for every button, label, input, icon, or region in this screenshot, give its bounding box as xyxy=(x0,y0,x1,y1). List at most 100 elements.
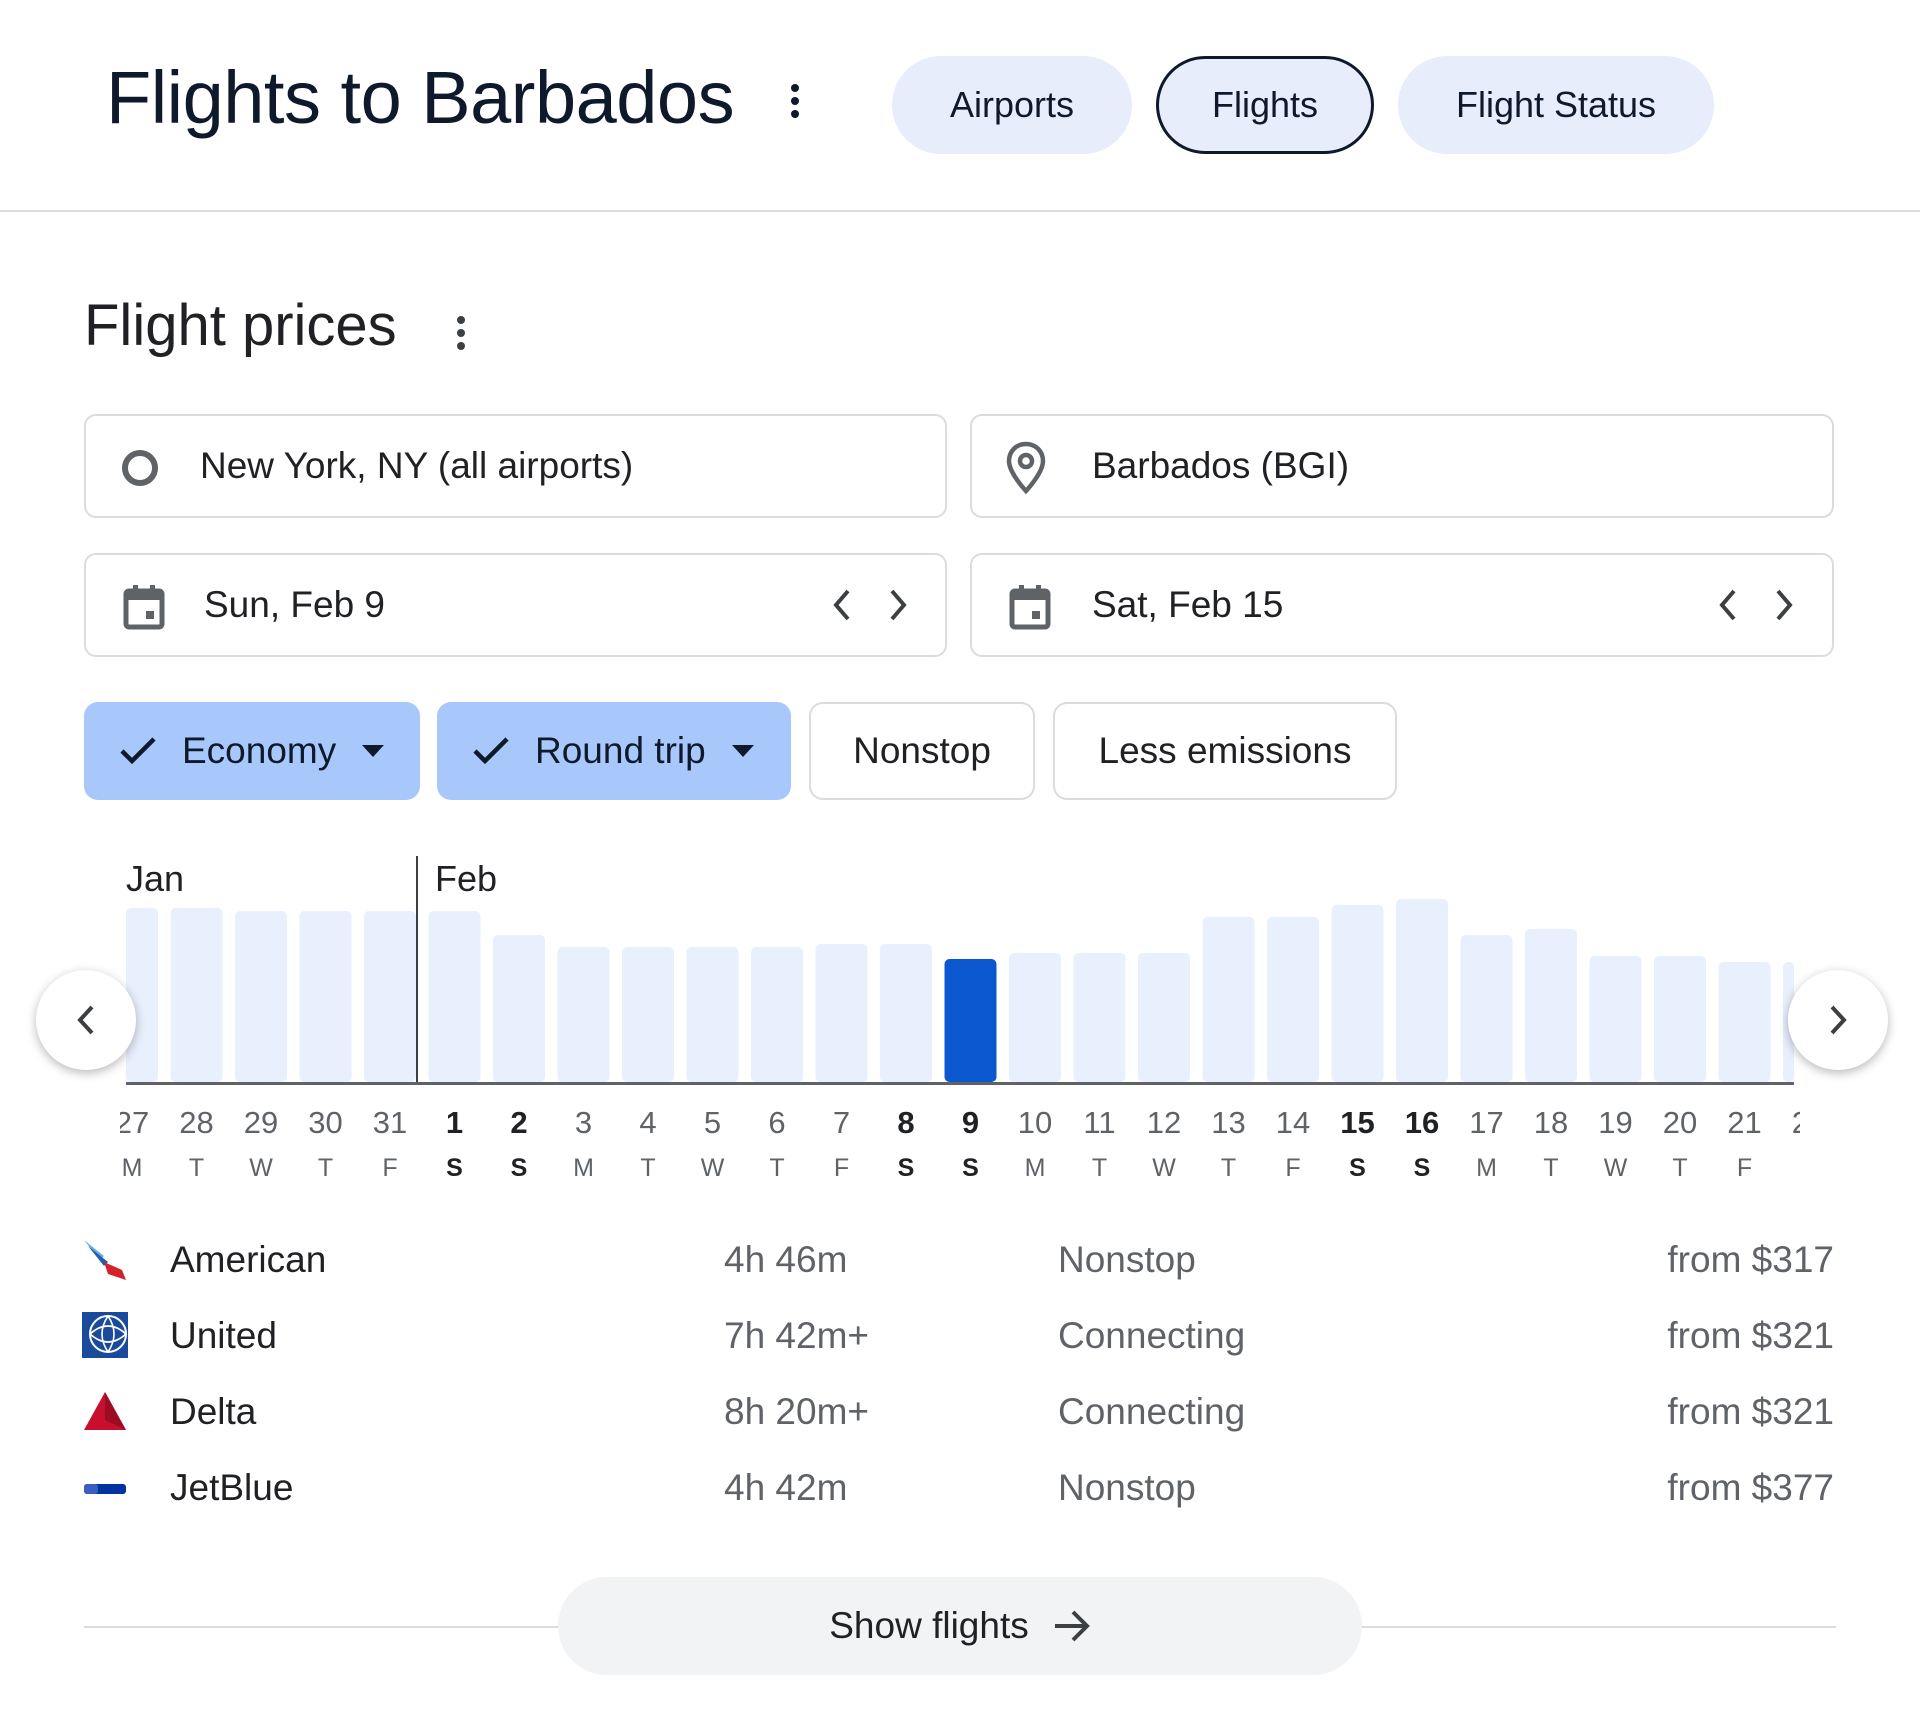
price-bar[interactable] xyxy=(1138,953,1190,1082)
price-bar[interactable] xyxy=(622,947,674,1082)
day-number-label: 6 xyxy=(768,1105,786,1140)
weekday-label: W xyxy=(700,1154,725,1182)
weekday-label: S xyxy=(446,1154,463,1182)
price-bar[interactable] xyxy=(235,911,287,1082)
weekday-label: F xyxy=(833,1154,850,1182)
united-logo-icon xyxy=(82,1312,128,1358)
weekday-label: T xyxy=(1220,1154,1237,1182)
airline-row[interactable]: JetBlue 4h 42m Nonstop from $377 xyxy=(0,1458,1920,1518)
weekday-label: W xyxy=(1152,1154,1176,1182)
price-bar[interactable] xyxy=(493,935,545,1082)
flight-price: from $321 xyxy=(1667,1391,1834,1432)
day-number-label: 12 xyxy=(1146,1105,1182,1140)
show-flights-label: Show flights xyxy=(829,1605,1029,1646)
day-number-label: 8 xyxy=(897,1105,915,1140)
show-flights-button[interactable]: Show flights xyxy=(558,1577,1362,1675)
american-logo-icon xyxy=(84,1240,126,1280)
day-number-label: 20 xyxy=(1662,1105,1698,1140)
chevron-right-icon xyxy=(1830,1005,1847,1035)
weekday-label: S xyxy=(1349,1154,1366,1182)
airline-name: Delta xyxy=(170,1391,257,1432)
price-bar[interactable] xyxy=(170,908,223,1082)
price-bar[interactable] xyxy=(364,911,416,1082)
delta-logo-icon xyxy=(84,1392,126,1430)
day-number-label: 16 xyxy=(1404,1105,1440,1140)
weekday-label: T xyxy=(1543,1154,1559,1182)
price-bar[interactable] xyxy=(815,944,868,1082)
weekday-label: F xyxy=(382,1154,398,1182)
day-number-label: 31 xyxy=(372,1105,408,1140)
day-number-label: 28 xyxy=(179,1105,214,1140)
price-bar[interactable] xyxy=(1267,917,1319,1082)
day-number-label: 4 xyxy=(639,1105,657,1140)
flight-price: from $321 xyxy=(1667,1315,1834,1356)
weekday-label: M xyxy=(573,1154,594,1182)
day-number-label: 1 xyxy=(445,1105,464,1140)
weekday-label: T xyxy=(188,1154,205,1182)
weekday-label: T xyxy=(317,1154,334,1182)
day-number-label: 17 xyxy=(1469,1105,1504,1140)
flight-stops: Nonstop xyxy=(1058,1467,1196,1508)
day-number-label: 7 xyxy=(832,1105,851,1140)
weekday-label: T xyxy=(769,1154,785,1182)
price-bar[interactable] xyxy=(428,911,481,1082)
flight-duration: 8h 20m+ xyxy=(724,1391,870,1432)
price-bar[interactable] xyxy=(299,911,352,1082)
day-number-label: 13 xyxy=(1211,1105,1246,1140)
weekday-label: S xyxy=(897,1154,915,1182)
flight-stops: Connecting xyxy=(1058,1315,1246,1356)
airline-row[interactable]: Delta 8h 20m+ Connecting from $321 xyxy=(0,1382,1920,1442)
weekday-label: T xyxy=(1672,1154,1688,1182)
price-bar[interactable] xyxy=(126,908,158,1082)
price-bar[interactable] xyxy=(1718,962,1771,1082)
day-number-label: 22 xyxy=(1779,1105,1800,1141)
day-number-label: 3 xyxy=(574,1105,593,1140)
chart-next-button[interactable] xyxy=(1788,970,1888,1070)
flight-stops: Nonstop xyxy=(1058,1239,1196,1280)
price-bar[interactable] xyxy=(1460,935,1513,1082)
price-bar[interactable] xyxy=(1202,917,1255,1082)
weekday-label: S xyxy=(1779,1154,1800,1183)
weekday-label: M xyxy=(1024,1154,1046,1182)
airline-name: United xyxy=(170,1315,277,1356)
day-number-label: 19 xyxy=(1598,1105,1633,1140)
weekday-label: S xyxy=(510,1154,528,1182)
weekday-label: W xyxy=(1603,1154,1628,1182)
price-bar[interactable] xyxy=(880,944,932,1082)
price-bar[interactable] xyxy=(1654,956,1706,1082)
weekday-label: F xyxy=(1285,1154,1301,1182)
price-bar-selected[interactable] xyxy=(944,959,997,1082)
month-divider xyxy=(416,856,418,1084)
price-bar-chart xyxy=(126,899,1794,1082)
flight-price: from $377 xyxy=(1667,1467,1834,1508)
day-number-label: 18 xyxy=(1533,1105,1569,1140)
price-bar[interactable] xyxy=(1073,953,1126,1082)
price-bar[interactable] xyxy=(1525,929,1577,1082)
flight-price: from $317 xyxy=(1667,1239,1834,1280)
flight-duration: 4h 46m xyxy=(724,1239,848,1280)
price-bar[interactable] xyxy=(1331,905,1384,1082)
airline-row[interactable]: United 7h 42m+ Connecting from $321 xyxy=(0,1306,1920,1366)
chevron-left-icon xyxy=(77,1005,94,1035)
jetblue-logo-icon xyxy=(84,1484,126,1494)
day-number-label: 15 xyxy=(1340,1105,1375,1140)
price-bar[interactable] xyxy=(1009,953,1061,1082)
price-bar[interactable] xyxy=(1396,899,1448,1082)
price-bar[interactable] xyxy=(557,947,610,1082)
price-bar[interactable] xyxy=(751,947,803,1082)
price-bar[interactable] xyxy=(686,947,739,1082)
price-bar[interactable] xyxy=(1589,956,1642,1082)
weekday-label: M xyxy=(121,1154,143,1182)
airline-row[interactable]: American 4h 46m Nonstop from $317 xyxy=(0,1230,1920,1290)
weekday-label: M xyxy=(1476,1154,1497,1182)
day-number-label: 29 xyxy=(243,1105,279,1140)
day-number-label: 9 xyxy=(961,1105,980,1140)
arrow-right-icon xyxy=(1054,1610,1090,1642)
chart-prev-button[interactable] xyxy=(36,970,136,1070)
day-labels: 27 M 28 T 29 W 30 T 31 F 1 S 2 S 3 M 4 T 5 W 6 T 7 F 8 S 9 S 10 M 11 T 1… xyxy=(120,1100,1800,1190)
day-number-label: 30 xyxy=(308,1105,343,1140)
airline-name: American xyxy=(170,1239,327,1280)
day-number-label: 27 xyxy=(120,1105,150,1140)
weekday-label: W xyxy=(249,1154,273,1182)
flight-duration: 7h 42m+ xyxy=(724,1315,870,1356)
